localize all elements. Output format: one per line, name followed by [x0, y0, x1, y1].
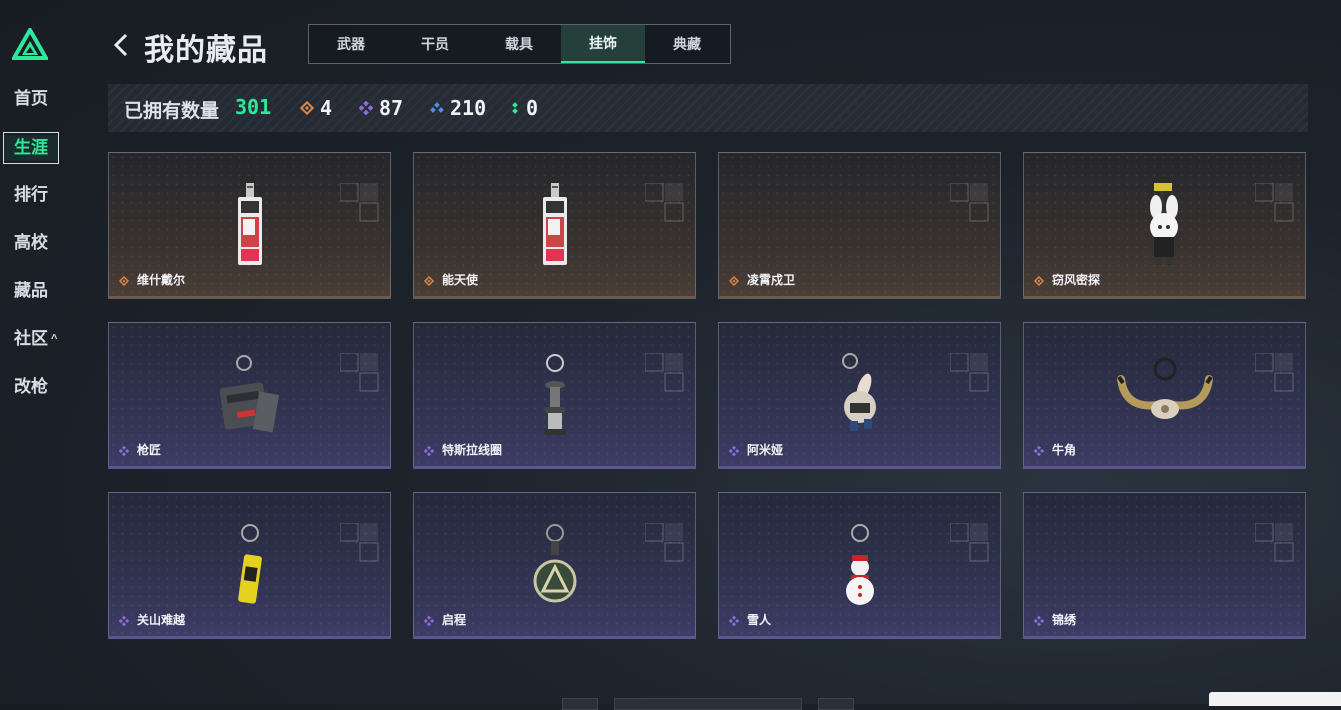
charm-card-name: 维什戴尔 — [137, 273, 186, 287]
nav-item-college[interactable]: 高校 — [14, 231, 48, 255]
card-background-pattern — [644, 352, 685, 393]
gold-rarity-icon — [300, 101, 314, 115]
green-count-value: 0 — [526, 96, 539, 120]
purple-count: 87 — [359, 96, 403, 120]
charm-card[interactable]: 枪匠 — [108, 322, 391, 469]
category-tabs: 武器 干员 载具 挂饰 典藏 — [308, 24, 731, 64]
green-count: 0 — [510, 96, 538, 120]
yellow-can-keychain-icon — [235, 523, 265, 612]
tab-operators[interactable]: 干员 — [393, 25, 477, 63]
charm-card[interactable]: 雪人 — [718, 492, 1001, 639]
snowman-keychain-icon — [843, 523, 877, 612]
green-rarity-icon — [512, 102, 518, 114]
charm-card-name: 牛角 — [1052, 443, 1077, 457]
blue-count: 210 — [430, 96, 486, 120]
charm-card[interactable]: 窃风密探 — [1023, 152, 1306, 299]
gold-rarity-icon — [119, 276, 129, 286]
purple-rarity-icon — [119, 616, 129, 626]
purple-rarity-icon — [119, 446, 129, 456]
nav-item-collection[interactable]: 藏品 — [14, 279, 48, 303]
card-background-pattern — [949, 182, 990, 223]
charm-card-name: 雪人 — [747, 613, 772, 627]
chevron-up-icon: ^ — [51, 333, 58, 345]
charm-card[interactable]: 牛角 — [1023, 322, 1306, 469]
card-background-pattern — [1254, 182, 1295, 223]
triangle-logo[interactable] — [12, 28, 48, 60]
charm-card-name: 枪匠 — [137, 443, 162, 457]
card-background-pattern — [1254, 522, 1295, 563]
nav-item-gunsmith[interactable]: 改枪 — [14, 375, 48, 399]
card-keychain-icon — [235, 183, 265, 272]
collection-stats-bar: 已拥有数量 301 4 87 210 0 — [108, 84, 1308, 132]
card-background-pattern — [644, 182, 685, 223]
gold-rarity-icon — [729, 276, 739, 286]
charm-card-name: 锦绣 — [1052, 613, 1077, 627]
charm-card-name: 能天使 — [442, 273, 479, 287]
sidebar: 首页 生涯 排行 高校 藏品 社区 ^ 改枪 — [0, 0, 70, 704]
card-background-pattern — [339, 522, 380, 563]
purple-rarity-icon — [1034, 446, 1044, 456]
nav-item-community[interactable]: 社区 ^ — [14, 327, 57, 351]
charm-card-name: 窃风密探 — [1052, 273, 1101, 287]
charm-card-name: 凌霄戍卫 — [747, 273, 796, 287]
charm-card-name: 阿米娅 — [747, 443, 784, 457]
owned-count-value: 301 — [235, 95, 272, 119]
tab-charms[interactable]: 挂饰 — [561, 25, 645, 63]
card-background-pattern — [339, 182, 380, 223]
charm-card[interactable]: 特斯拉线圈 — [413, 322, 696, 469]
bull-horn-keychain-icon — [1116, 353, 1213, 442]
purple-rarity-icon — [424, 616, 434, 626]
charm-card[interactable]: 启程 — [413, 492, 696, 639]
card-background-pattern — [339, 352, 380, 393]
next-page-button[interactable] — [818, 698, 854, 710]
gold-count-value: 4 — [320, 96, 333, 120]
gold-count: 4 — [300, 96, 332, 120]
card-keychain-icon — [540, 183, 570, 272]
card-background-pattern — [949, 352, 990, 393]
prev-page-button[interactable] — [562, 698, 598, 710]
charm-card-name: 特斯拉线圈 — [442, 443, 503, 457]
charm-card-name: 启程 — [442, 613, 467, 627]
purple-rarity-icon — [359, 101, 373, 115]
tab-classics[interactable]: 典藏 — [645, 25, 729, 63]
charm-card[interactable]: 能天使 — [413, 152, 696, 299]
nav-item-career[interactable]: 生涯 — [3, 132, 59, 164]
purple-count-value: 87 — [379, 96, 404, 120]
charm-card[interactable]: 维什戴尔 — [108, 152, 391, 299]
blue-rarity-icon — [430, 102, 444, 113]
card-background-pattern — [949, 522, 990, 563]
tesla-coil-keychain-icon — [540, 353, 570, 442]
gold-rarity-icon — [1034, 276, 1044, 286]
nav-item-community-label: 社区 — [14, 329, 48, 348]
card-background-pattern — [1254, 352, 1295, 393]
purple-rarity-icon — [729, 616, 739, 626]
blue-count-value: 210 — [450, 96, 487, 120]
medal-keychain-icon — [530, 523, 580, 612]
card-background-pattern — [644, 522, 685, 563]
gold-rarity-icon — [424, 276, 434, 286]
nav-item-home[interactable]: 首页 — [14, 87, 48, 111]
page-title: 我的藏品 — [144, 34, 268, 67]
nav-item-ranking[interactable]: 排行 — [14, 183, 48, 207]
charm-card-name: 关山难越 — [137, 613, 186, 627]
tab-vehicles[interactable]: 载具 — [477, 25, 561, 63]
toolbox-keychain-icon — [218, 353, 282, 442]
amiya-figure-keychain-icon — [838, 353, 882, 442]
charm-card[interactable]: 阿米娅 — [718, 322, 1001, 469]
back-arrow-icon[interactable] — [110, 30, 132, 60]
charm-card[interactable]: 凌霄戍卫 — [718, 152, 1001, 299]
owned-count-label: 已拥有数量 — [124, 101, 220, 122]
purple-rarity-icon — [1034, 616, 1044, 626]
page-indicator — [614, 698, 802, 710]
charm-card[interactable]: 锦绣 — [1023, 492, 1306, 639]
purple-rarity-icon — [424, 446, 434, 456]
white-rabbit-figure-icon — [1140, 183, 1190, 278]
charm-card[interactable]: 关山难越 — [108, 492, 391, 639]
purple-rarity-icon — [729, 446, 739, 456]
tab-weapons[interactable]: 武器 — [309, 25, 393, 63]
